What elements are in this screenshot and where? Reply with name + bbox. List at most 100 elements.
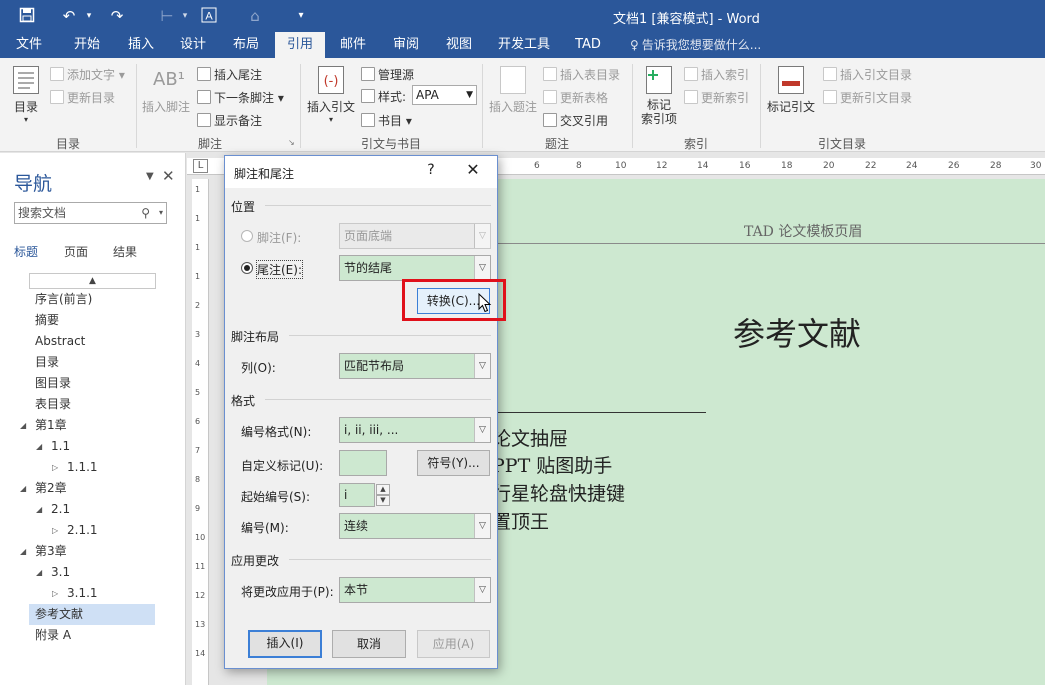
nav-item[interactable]: 第2章 — [35, 478, 67, 499]
insert-button[interactable]: 插入(I) — [248, 630, 322, 658]
update-toa-button[interactable]: 更新引文目录 — [823, 89, 912, 106]
insert-endnote-button[interactable]: 插入尾注 — [197, 66, 262, 83]
endnote-radio[interactable] — [241, 262, 253, 274]
tab-review[interactable]: 审阅 — [383, 32, 429, 58]
apply-button[interactable]: 应用(A) — [417, 630, 490, 658]
nav-item[interactable]: 1.1.1 — [67, 457, 98, 478]
footnote-radio[interactable] — [241, 230, 253, 242]
nav-item[interactable]: 3.1.1 — [67, 583, 98, 604]
mark-citation-button[interactable]: 标记引文 — [765, 66, 817, 115]
collapse-icon[interactable]: ◢ — [36, 562, 42, 583]
ruler-mark: 20 — [823, 161, 835, 171]
nav-item[interactable]: 摘要 — [35, 310, 59, 331]
nav-item[interactable]: 第1章 — [35, 415, 67, 436]
custom-mark-input[interactable] — [339, 450, 387, 476]
tab-tad[interactable]: TAD — [568, 32, 608, 58]
dialog-title-bar[interactable]: 脚注和尾注 ? ✕ — [225, 156, 497, 188]
tab-references[interactable]: 引用 — [275, 32, 325, 58]
spin-down-icon[interactable]: ▼ — [376, 495, 390, 506]
cancel-button[interactable]: 取消 — [332, 630, 406, 658]
nav-scroll-up-button[interactable]: ▲ — [29, 273, 156, 289]
nav-item[interactable]: 序言(前言) — [35, 289, 92, 310]
undo-icon[interactable]: ↶ — [60, 7, 78, 25]
tab-view[interactable]: 视图 — [436, 32, 482, 58]
toc-button[interactable]: 目录 ▾ — [8, 66, 44, 124]
tab-home[interactable]: 开始 — [64, 32, 110, 58]
collapse-icon[interactable]: ◢ — [20, 541, 26, 562]
close-icon[interactable]: ✕ — [463, 160, 483, 179]
insert-caption-button[interactable]: 插入题注 — [487, 66, 539, 115]
collapse-icon[interactable]: ◢ — [36, 436, 42, 457]
tab-mailings[interactable]: 邮件 — [330, 32, 376, 58]
show-notes-button[interactable]: 显示备注 — [197, 112, 262, 129]
expand-icon[interactable]: ▷ — [52, 457, 58, 478]
qa-dropdown-icon[interactable]: ▾ — [176, 7, 194, 25]
nav-item[interactable]: 1.1 — [51, 436, 70, 457]
collapse-icon[interactable]: ◢ — [20, 478, 26, 499]
start-at-input[interactable]: i — [339, 483, 375, 507]
update-table-button[interactable]: 更新表格 — [543, 89, 608, 106]
nav-item-selected[interactable]: 参考文献 — [29, 604, 155, 625]
collapse-icon[interactable]: ◢ — [36, 499, 42, 520]
footnote-dialog-launcher-icon[interactable]: ↘ — [288, 138, 295, 147]
customize-qa-icon[interactable]: ▾ — [292, 7, 310, 25]
nav-tab-pages[interactable]: 页面 — [64, 243, 88, 260]
columns-select[interactable]: 匹配节布局 ▽ — [339, 353, 491, 379]
vertical-ruler[interactable]: 1 1 1 1 2 3 4 5 6 7 8 9 10 11 12 13 14 — [192, 179, 209, 685]
update-index-button[interactable]: 更新索引 — [684, 89, 749, 106]
nav-item[interactable]: Abstract — [35, 331, 85, 352]
redo-icon[interactable]: ↷ — [108, 7, 126, 25]
apply-to-select[interactable]: 本节 ▽ — [339, 577, 491, 603]
insert-table-of-figures-button[interactable]: 插入表目录 — [543, 66, 620, 83]
nav-item[interactable]: 3.1 — [51, 562, 70, 583]
insert-citation-button[interactable]: (-) 插入引文 ▾ — [305, 66, 357, 124]
text-box-icon[interactable]: A — [200, 7, 218, 25]
nav-item[interactable]: 第3章 — [35, 541, 67, 562]
save-icon[interactable] — [18, 7, 36, 25]
insert-toa-button[interactable]: 插入引文目录 — [823, 66, 912, 83]
symbol-button[interactable]: 符号(Y)... — [417, 450, 490, 476]
tab-stop-selector-icon[interactable]: L — [193, 159, 208, 173]
update-toc-button[interactable]: 更新目录 — [50, 89, 115, 106]
nav-options-icon[interactable]: ▼ — [146, 171, 154, 182]
add-text-button[interactable]: 添加文字 ▾ — [50, 66, 125, 83]
numbering-select[interactable]: 连续 ▽ — [339, 513, 491, 539]
tell-me-box[interactable]: ♀ 告诉我您想要做什么... — [630, 32, 761, 58]
tab-layout[interactable]: 布局 — [223, 32, 269, 58]
manage-sources-button[interactable]: 管理源 — [361, 66, 414, 83]
insert-index-button[interactable]: 插入索引 — [684, 66, 749, 83]
expand-icon[interactable]: ▷ — [52, 520, 58, 541]
nav-item[interactable]: 图目录 — [35, 373, 71, 394]
nav-item[interactable]: 目录 — [35, 352, 59, 373]
collapse-icon[interactable]: ◢ — [20, 415, 26, 436]
search-dropdown-icon[interactable]: ▾ — [159, 203, 163, 223]
nav-item[interactable]: 表目录 — [35, 394, 71, 415]
nav-search-input[interactable]: 搜索文档 ⚲ ▾ — [14, 202, 167, 224]
undo-dropdown-icon[interactable]: ▾ — [80, 7, 98, 25]
bibliography-button[interactable]: 书目 ▾ — [361, 112, 412, 129]
nav-item[interactable]: 附录 A — [35, 625, 71, 646]
spin-up-icon[interactable]: ▲ — [376, 484, 390, 495]
nav-tab-results[interactable]: 结果 — [113, 243, 137, 260]
nav-tab-headings[interactable]: 标题 — [14, 243, 38, 260]
tab-file[interactable]: 文件 — [6, 32, 52, 58]
footnote-location-select[interactable]: 页面底端 ▽ — [339, 223, 491, 249]
tab-developer[interactable]: 开发工具 — [494, 32, 554, 58]
insert-footnote-button[interactable]: AB¹ 插入脚注 — [140, 66, 192, 115]
footnote-icon: AB¹ — [153, 69, 185, 90]
expand-icon[interactable]: ▷ — [52, 583, 58, 604]
tab-design[interactable]: 设计 — [170, 32, 216, 58]
help-icon[interactable]: ? — [423, 162, 439, 178]
tab-insert[interactable]: 插入 — [118, 32, 164, 58]
citation-style-select[interactable]: APA ▼ — [412, 85, 477, 105]
number-format-select[interactable]: i, ii, iii, ... ▽ — [339, 417, 491, 443]
endnote-location-select[interactable]: 节的结尾 ▽ — [339, 255, 491, 281]
next-footnote-button[interactable]: 下一条脚注 ▾ — [197, 89, 284, 106]
nav-item[interactable]: 2.1 — [51, 499, 70, 520]
close-icon[interactable]: ✕ — [162, 167, 175, 185]
mark-entry-button[interactable]: 标记 索引项 — [636, 66, 682, 126]
search-icon[interactable]: ⚲ — [141, 203, 150, 223]
nav-item[interactable]: 2.1.1 — [67, 520, 98, 541]
cross-reference-button[interactable]: 交叉引用 — [543, 112, 608, 129]
mark-citation-label: 标记引文 — [766, 100, 815, 114]
